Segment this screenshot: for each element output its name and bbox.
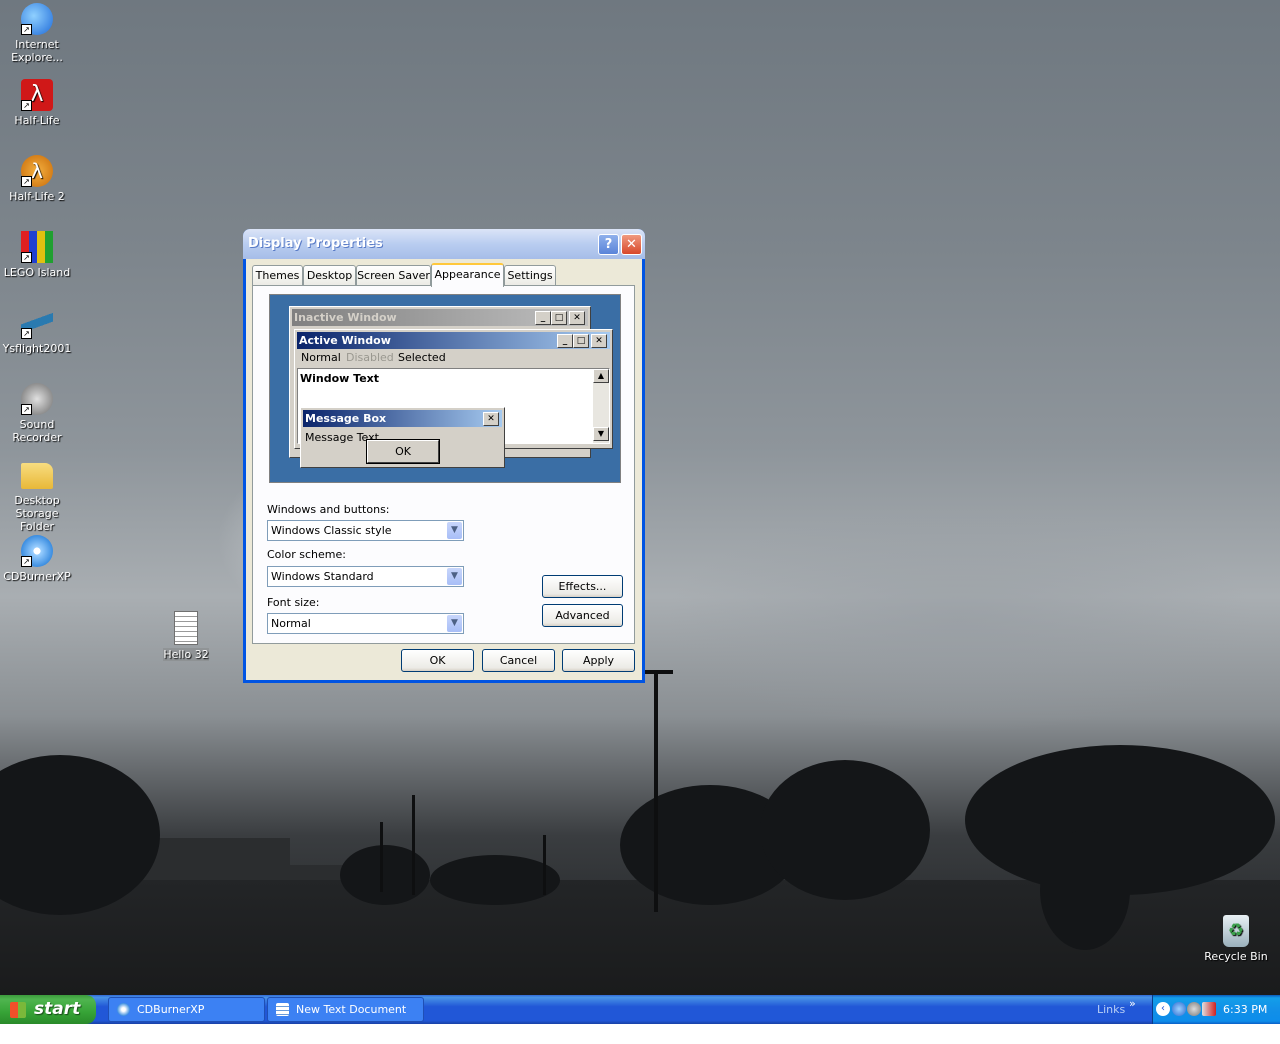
microphone-icon: ↗ xyxy=(21,383,53,415)
close-icon: ✕ xyxy=(626,237,637,252)
desktop-icon-hello-32[interactable]: Hello 32 xyxy=(149,611,223,661)
cd-icon: ↗ xyxy=(21,535,53,567)
desktop-icon-label: Internet Explore... xyxy=(11,38,63,64)
minimize-icon: _ xyxy=(557,334,573,348)
start-label: start xyxy=(34,999,81,1019)
tab-themes[interactable]: Themes xyxy=(252,265,303,285)
desktop-icon-label: LEGO Island xyxy=(3,266,71,279)
desktop-icon-cdburnerxp[interactable]: ↗ CDBurnerXP xyxy=(0,535,74,583)
close-icon: ✕ xyxy=(591,334,607,348)
preview-message-caption: Message Box ✕ xyxy=(303,410,502,427)
notepad-icon xyxy=(276,1003,289,1016)
taskbar-item-notepad[interactable]: New Text Document -... xyxy=(267,997,424,1039)
desktop-icon-label: Ysflight2001 xyxy=(2,342,72,355)
preview-active-caption: Active Window _ □ ✕ xyxy=(297,332,610,349)
ok-button[interactable]: OK xyxy=(401,649,474,672)
preview-menu-normal: Normal xyxy=(301,351,341,364)
chevron-down-icon[interactable]: ▼ xyxy=(447,568,462,585)
desktop-icon-lego-island[interactable]: ↗ LEGO Island xyxy=(0,231,74,279)
windows-logo-icon xyxy=(10,1002,26,1018)
links-chevron-icon[interactable]: » xyxy=(1129,997,1136,1010)
links-toolbar-label[interactable]: Links xyxy=(1097,1003,1125,1016)
tray-expand-icon[interactable]: ‹ xyxy=(1156,1002,1170,1016)
color-scheme-label: Color scheme: xyxy=(267,548,346,561)
scroll-up-icon: ▲ xyxy=(593,369,609,383)
desktop-icon-label: Sound Recorder xyxy=(12,418,62,444)
color-scheme-select[interactable]: Windows Standard ▼ xyxy=(267,566,464,587)
folder-icon xyxy=(21,463,53,489)
clock[interactable]: 6:33 PM xyxy=(1223,1003,1267,1016)
apply-button[interactable]: Apply xyxy=(562,649,635,672)
preview-scrollbar: ▲ ▼ xyxy=(593,369,609,443)
preview-message-box: Message Box ✕ Message Text OK xyxy=(300,407,505,468)
text-document-icon xyxy=(174,611,198,645)
dialog-body: Themes Desktop Screen Saver Appearance S… xyxy=(246,259,642,680)
desktop-icon-storage-folder[interactable]: Desktop Storage Folder xyxy=(0,459,74,533)
chevron-down-icon[interactable]: ▼ xyxy=(447,615,462,632)
recycle-bin-icon: ♻ xyxy=(1223,915,1249,947)
help-icon: ? xyxy=(604,237,613,252)
appearance-panel: Inactive Window _ □ ✕ Active Window _ □ … xyxy=(252,285,635,644)
tray-security-icon[interactable] xyxy=(1187,1002,1201,1016)
desktop-icon-internet-explorer[interactable]: ↗ Internet Explore... xyxy=(0,3,74,64)
cancel-button[interactable]: Cancel xyxy=(482,649,555,672)
desktop-icon-label: CDBurnerXP xyxy=(3,570,71,583)
display-properties-dialog: Display Properties ? ✕ Themes Desktop Sc… xyxy=(243,229,645,683)
tab-desktop[interactable]: Desktop xyxy=(303,265,356,285)
tray-volume-icon[interactable] xyxy=(1202,1002,1216,1016)
desktop-icon-label: Half-Life xyxy=(14,114,60,127)
tab-settings[interactable]: Settings xyxy=(504,265,556,285)
dialog-title: Display Properties xyxy=(248,236,383,251)
start-button[interactable]: start xyxy=(0,995,96,1024)
desktop-icon-label: Recycle Bin xyxy=(1204,950,1268,963)
taskbar: start CDBurnerXP New Text Document -... … xyxy=(0,995,1280,1039)
preview-ok-button: OK xyxy=(366,439,440,464)
advanced-button[interactable]: Advanced xyxy=(542,604,623,627)
desktop-icon-label: Half-Life 2 xyxy=(9,190,65,203)
font-size-select[interactable]: Normal ▼ xyxy=(267,613,464,634)
preview-menu-disabled: Disabled xyxy=(346,351,394,364)
ysflight-icon: ↗ xyxy=(21,307,53,339)
font-size-label: Font size: xyxy=(267,596,320,609)
effects-button[interactable]: Effects... xyxy=(542,575,623,598)
preview-window-text: Window Text xyxy=(300,372,380,385)
scroll-down-icon: ▼ xyxy=(593,427,609,441)
maximize-icon: □ xyxy=(551,311,567,325)
desktop-icon-recycle-bin[interactable]: ♻ Recycle Bin xyxy=(1199,915,1273,963)
appearance-preview: Inactive Window _ □ ✕ Active Window _ □ … xyxy=(269,294,621,483)
tray-network-icon[interactable] xyxy=(1172,1002,1186,1016)
desktop-icon-label: Hello 32 xyxy=(163,648,209,661)
system-tray: ‹ 6:33 PM xyxy=(1152,995,1280,1024)
chevron-down-icon[interactable]: ▼ xyxy=(447,522,462,539)
windows-buttons-select[interactable]: Windows Classic style ▼ xyxy=(267,520,464,541)
desktop-icon-sound-recorder[interactable]: ↗ Sound Recorder xyxy=(0,383,74,444)
close-button[interactable]: ✕ xyxy=(621,234,642,255)
taskbar-item-cdburnerxp[interactable]: CDBurnerXP xyxy=(108,997,265,1022)
tab-screen-saver[interactable]: Screen Saver xyxy=(356,265,431,285)
close-icon: ✕ xyxy=(483,412,499,426)
internet-explorer-icon: ↗ xyxy=(21,3,53,35)
minimize-icon: _ xyxy=(535,311,551,325)
half-life-2-icon: λ ↗ xyxy=(21,155,53,187)
maximize-icon: □ xyxy=(573,334,589,348)
tab-appearance[interactable]: Appearance xyxy=(431,263,504,287)
desktop-icon-ysflight[interactable]: ↗ Ysflight2001 xyxy=(0,307,74,355)
desktop-icon-half-life[interactable]: λ ↗ Half-Life xyxy=(0,79,74,127)
lego-island-icon: ↗ xyxy=(21,231,53,263)
half-life-icon: λ ↗ xyxy=(21,79,53,111)
desktop-icon-half-life-2[interactable]: λ ↗ Half-Life 2 xyxy=(0,155,74,203)
close-icon: ✕ xyxy=(569,311,585,325)
windows-buttons-label: Windows and buttons: xyxy=(267,503,390,516)
dialog-titlebar[interactable]: Display Properties ? ✕ xyxy=(243,229,645,259)
preview-inactive-caption: Inactive Window _ □ ✕ xyxy=(292,309,588,326)
help-button[interactable]: ? xyxy=(598,234,619,255)
desktop-icon-label: Desktop Storage Folder xyxy=(14,494,60,533)
cd-icon xyxy=(117,1003,130,1016)
preview-menu-selected: Selected xyxy=(398,351,446,364)
